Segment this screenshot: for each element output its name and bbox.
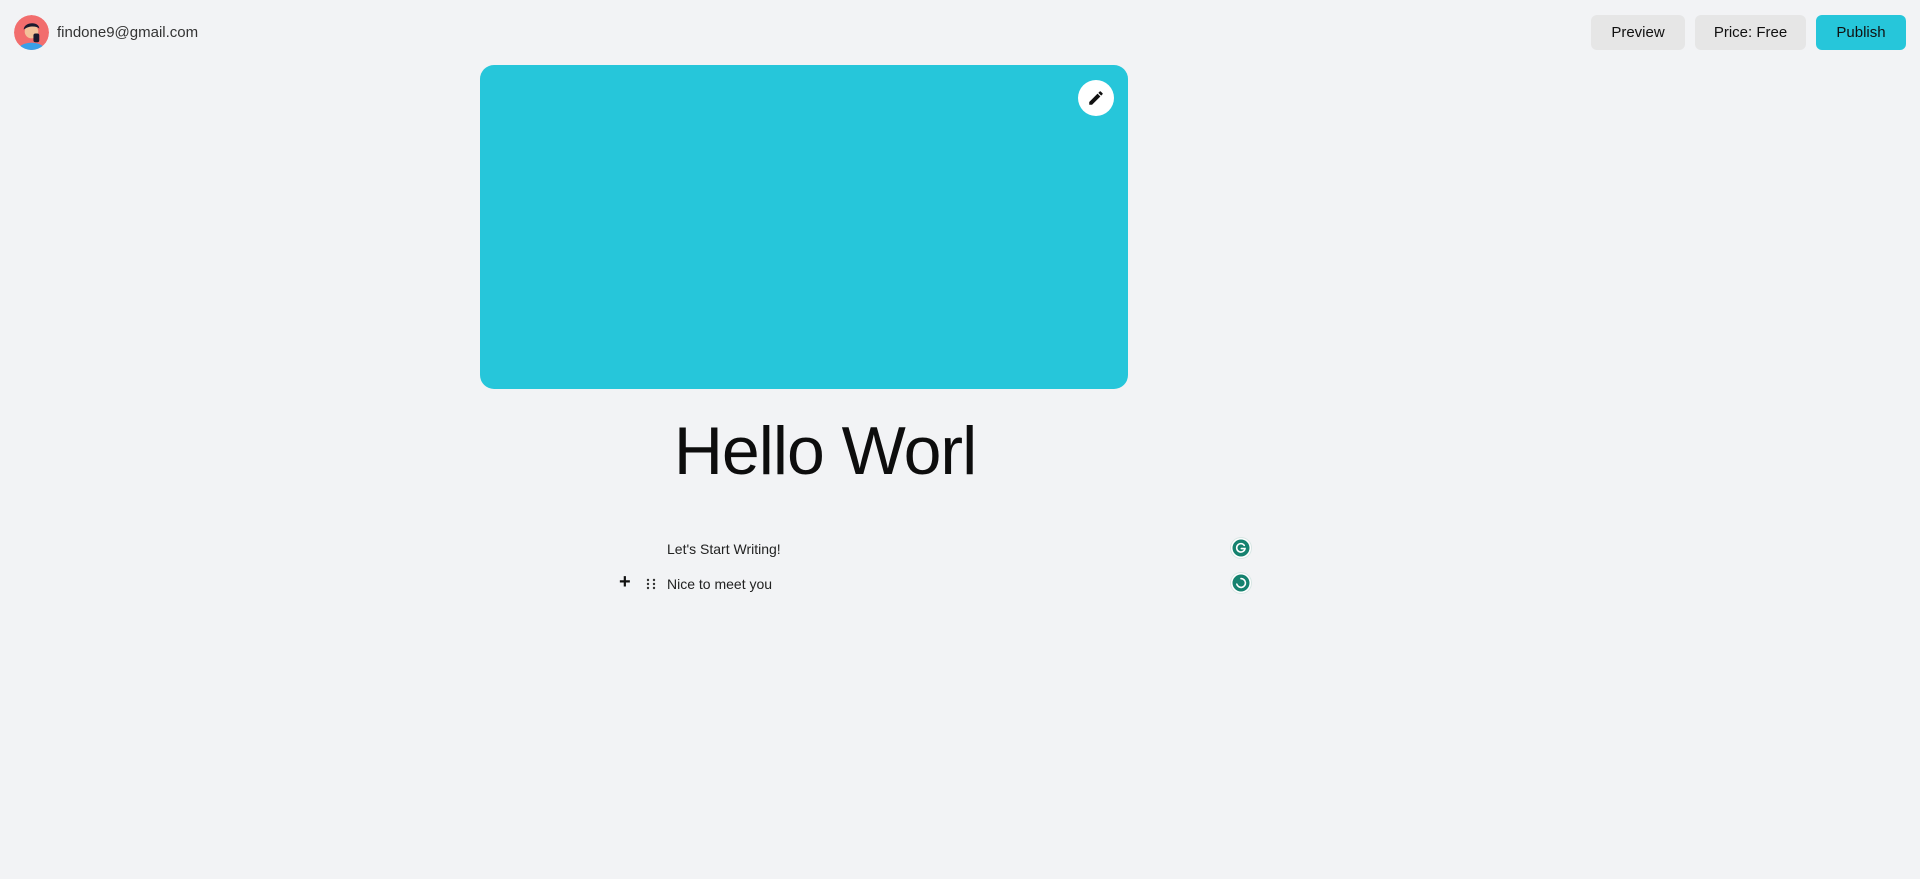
user-info[interactable]: findone9@gmail.com bbox=[14, 15, 198, 50]
grammarly-loading-icon bbox=[1232, 574, 1250, 592]
publish-button[interactable]: Publish bbox=[1816, 15, 1906, 50]
user-email: findone9@gmail.com bbox=[57, 24, 199, 41]
edit-cover-button[interactable] bbox=[1078, 80, 1114, 116]
grammarly-icon bbox=[1232, 539, 1250, 557]
cover-image[interactable] bbox=[480, 65, 1128, 389]
add-block-button[interactable]: + bbox=[619, 572, 631, 592]
grammarly-loading-button[interactable] bbox=[1231, 573, 1251, 593]
grammarly-button[interactable] bbox=[1231, 538, 1251, 558]
pencil-icon bbox=[1089, 91, 1103, 105]
price-button[interactable]: Price: Free bbox=[1695, 15, 1806, 50]
user-avatar-icon[interactable] bbox=[14, 15, 49, 50]
drag-handle-icon[interactable] bbox=[646, 578, 656, 590]
text-block[interactable]: Nice to meet you bbox=[667, 576, 772, 592]
text-block[interactable]: Let's Start Writing! bbox=[667, 541, 781, 557]
header-actions: Preview Price: Free Publish bbox=[1591, 15, 1906, 50]
preview-button[interactable]: Preview bbox=[1591, 15, 1685, 50]
post-title[interactable]: Hello Worl bbox=[480, 412, 1170, 490]
top-bar: findone9@gmail.com Preview Price: Free P… bbox=[0, 0, 1920, 66]
